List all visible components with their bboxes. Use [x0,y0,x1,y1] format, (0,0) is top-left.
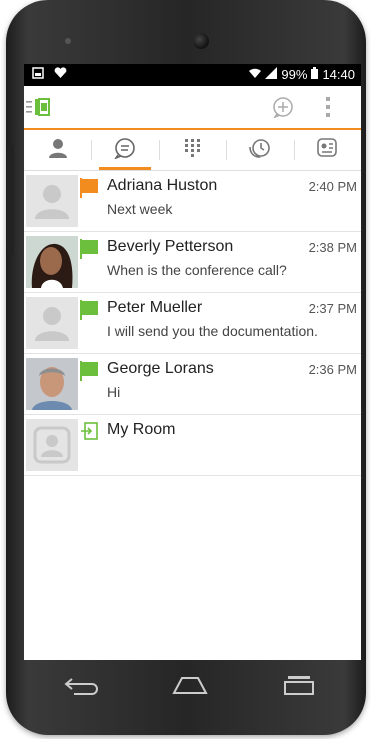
message-time: 2:40 PM [308,179,357,194]
flag-icon [80,361,100,386]
flag-icon [80,239,100,264]
avatar [26,358,78,410]
room-name: My Room [107,421,176,438]
tab-rooms[interactable] [293,130,361,170]
avatar [26,297,78,349]
last-message: Hi [107,384,121,400]
wifi-icon [249,67,262,82]
enter-room-icon [80,422,98,445]
flag-icon [80,300,100,325]
proximity-sensor [65,38,71,44]
avatar [26,175,78,227]
contact-name: George Lorans [107,360,214,377]
dialpad-icon [184,138,202,163]
signal-icon [265,67,278,82]
side-button [7,145,14,255]
call-history-icon [248,137,272,164]
tab-history[interactable] [226,130,293,170]
room-row[interactable]: My Room [24,415,361,476]
tab-dialpad[interactable] [158,130,226,170]
message-time: 2:37 PM [308,301,357,316]
image-notification-icon [32,67,44,82]
status-bar: 99% 14:40 [24,64,361,86]
room-icon [316,137,338,164]
contact-name: Peter Mueller [107,299,203,316]
chat-bubble-icon [113,137,137,164]
chat-row[interactable]: George Lorans Hi 2:36 PM [24,354,361,415]
tab-bar [24,130,361,171]
clock: 14:40 [322,67,355,82]
last-message: When is the conference call? [107,262,287,278]
contact-name: Beverly Petterson [107,238,234,255]
message-time: 2:38 PM [308,240,357,255]
back-icon[interactable] [64,675,98,700]
message-time: 2:36 PM [308,362,357,377]
chat-row[interactable]: Beverly Petterson When is the conference… [24,232,361,293]
contact-name: Adriana Huston [107,177,218,194]
heart-notification-icon [54,67,67,82]
screen: 99% 14:40 Adriana Huston Next week 2:40 … [24,64,361,660]
avatar [26,236,78,288]
home-icon[interactable] [172,675,208,700]
front-camera [193,33,209,49]
last-message: I will send you the documentation. [107,323,318,339]
app-bar [24,86,361,130]
last-message: Next week [107,201,173,217]
tab-contacts[interactable] [24,130,91,170]
flag-icon [80,178,100,203]
navigation-bar [24,663,361,711]
app-logo-icon[interactable] [26,98,54,121]
recents-icon[interactable] [284,675,314,700]
new-chat-icon[interactable] [272,96,294,123]
chat-row[interactable]: Adriana Huston Next week 2:40 PM [24,171,361,232]
battery-percent: 99% [281,67,308,82]
battery-icon [311,67,319,82]
tab-chats[interactable] [91,130,158,170]
person-icon [47,138,69,163]
room-avatar [26,419,78,471]
overflow-menu-icon[interactable] [324,96,332,123]
chat-row[interactable]: Peter Mueller I will send you the docume… [24,293,361,354]
